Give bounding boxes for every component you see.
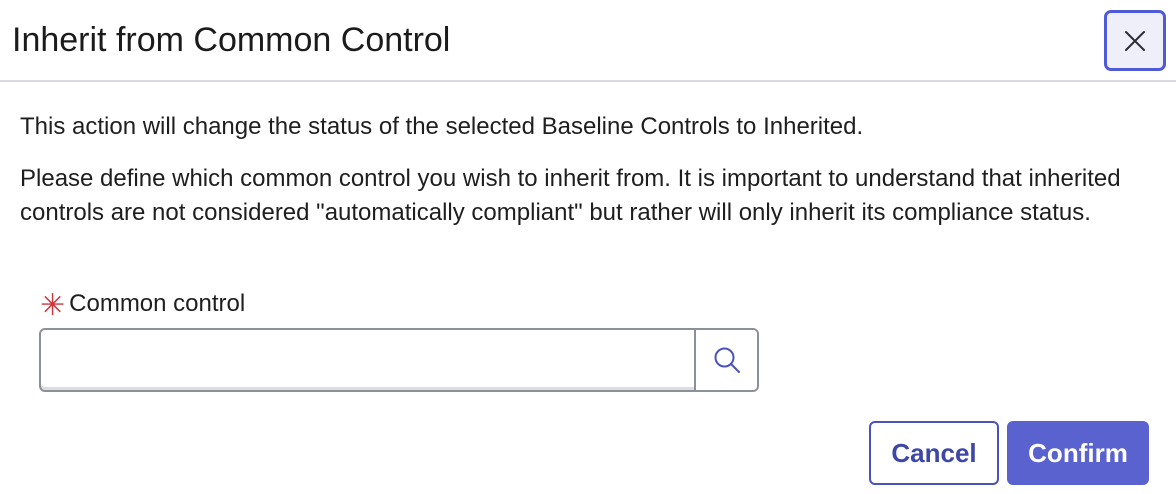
common-control-label: ✳ Common control: [40, 287, 245, 321]
common-control-label-text: Common control: [69, 290, 246, 317]
required-icon: ✳: [40, 289, 66, 322]
search-icon: [714, 347, 740, 373]
common-control-lookup: [39, 328, 759, 392]
inherit-dialog: Inherit from Common Control This action …: [0, 0, 1176, 494]
dialog-title: Inherit from Common Control: [12, 21, 451, 59]
common-control-input[interactable]: [41, 330, 694, 390]
dialog-body: This action will change the status of th…: [20, 110, 1160, 230]
close-button[interactable]: [1104, 10, 1166, 71]
status-change-message: This action will change the status of th…: [20, 113, 864, 140]
dialog-header: Inherit from Common Control: [0, 0, 1176, 82]
close-icon: [1125, 30, 1145, 51]
confirm-button[interactable]: Confirm: [1007, 421, 1149, 485]
inherit-instructions: Please define which common control you w…: [20, 165, 1121, 226]
lookup-search-button[interactable]: [694, 330, 757, 390]
cancel-button[interactable]: Cancel: [869, 421, 999, 485]
